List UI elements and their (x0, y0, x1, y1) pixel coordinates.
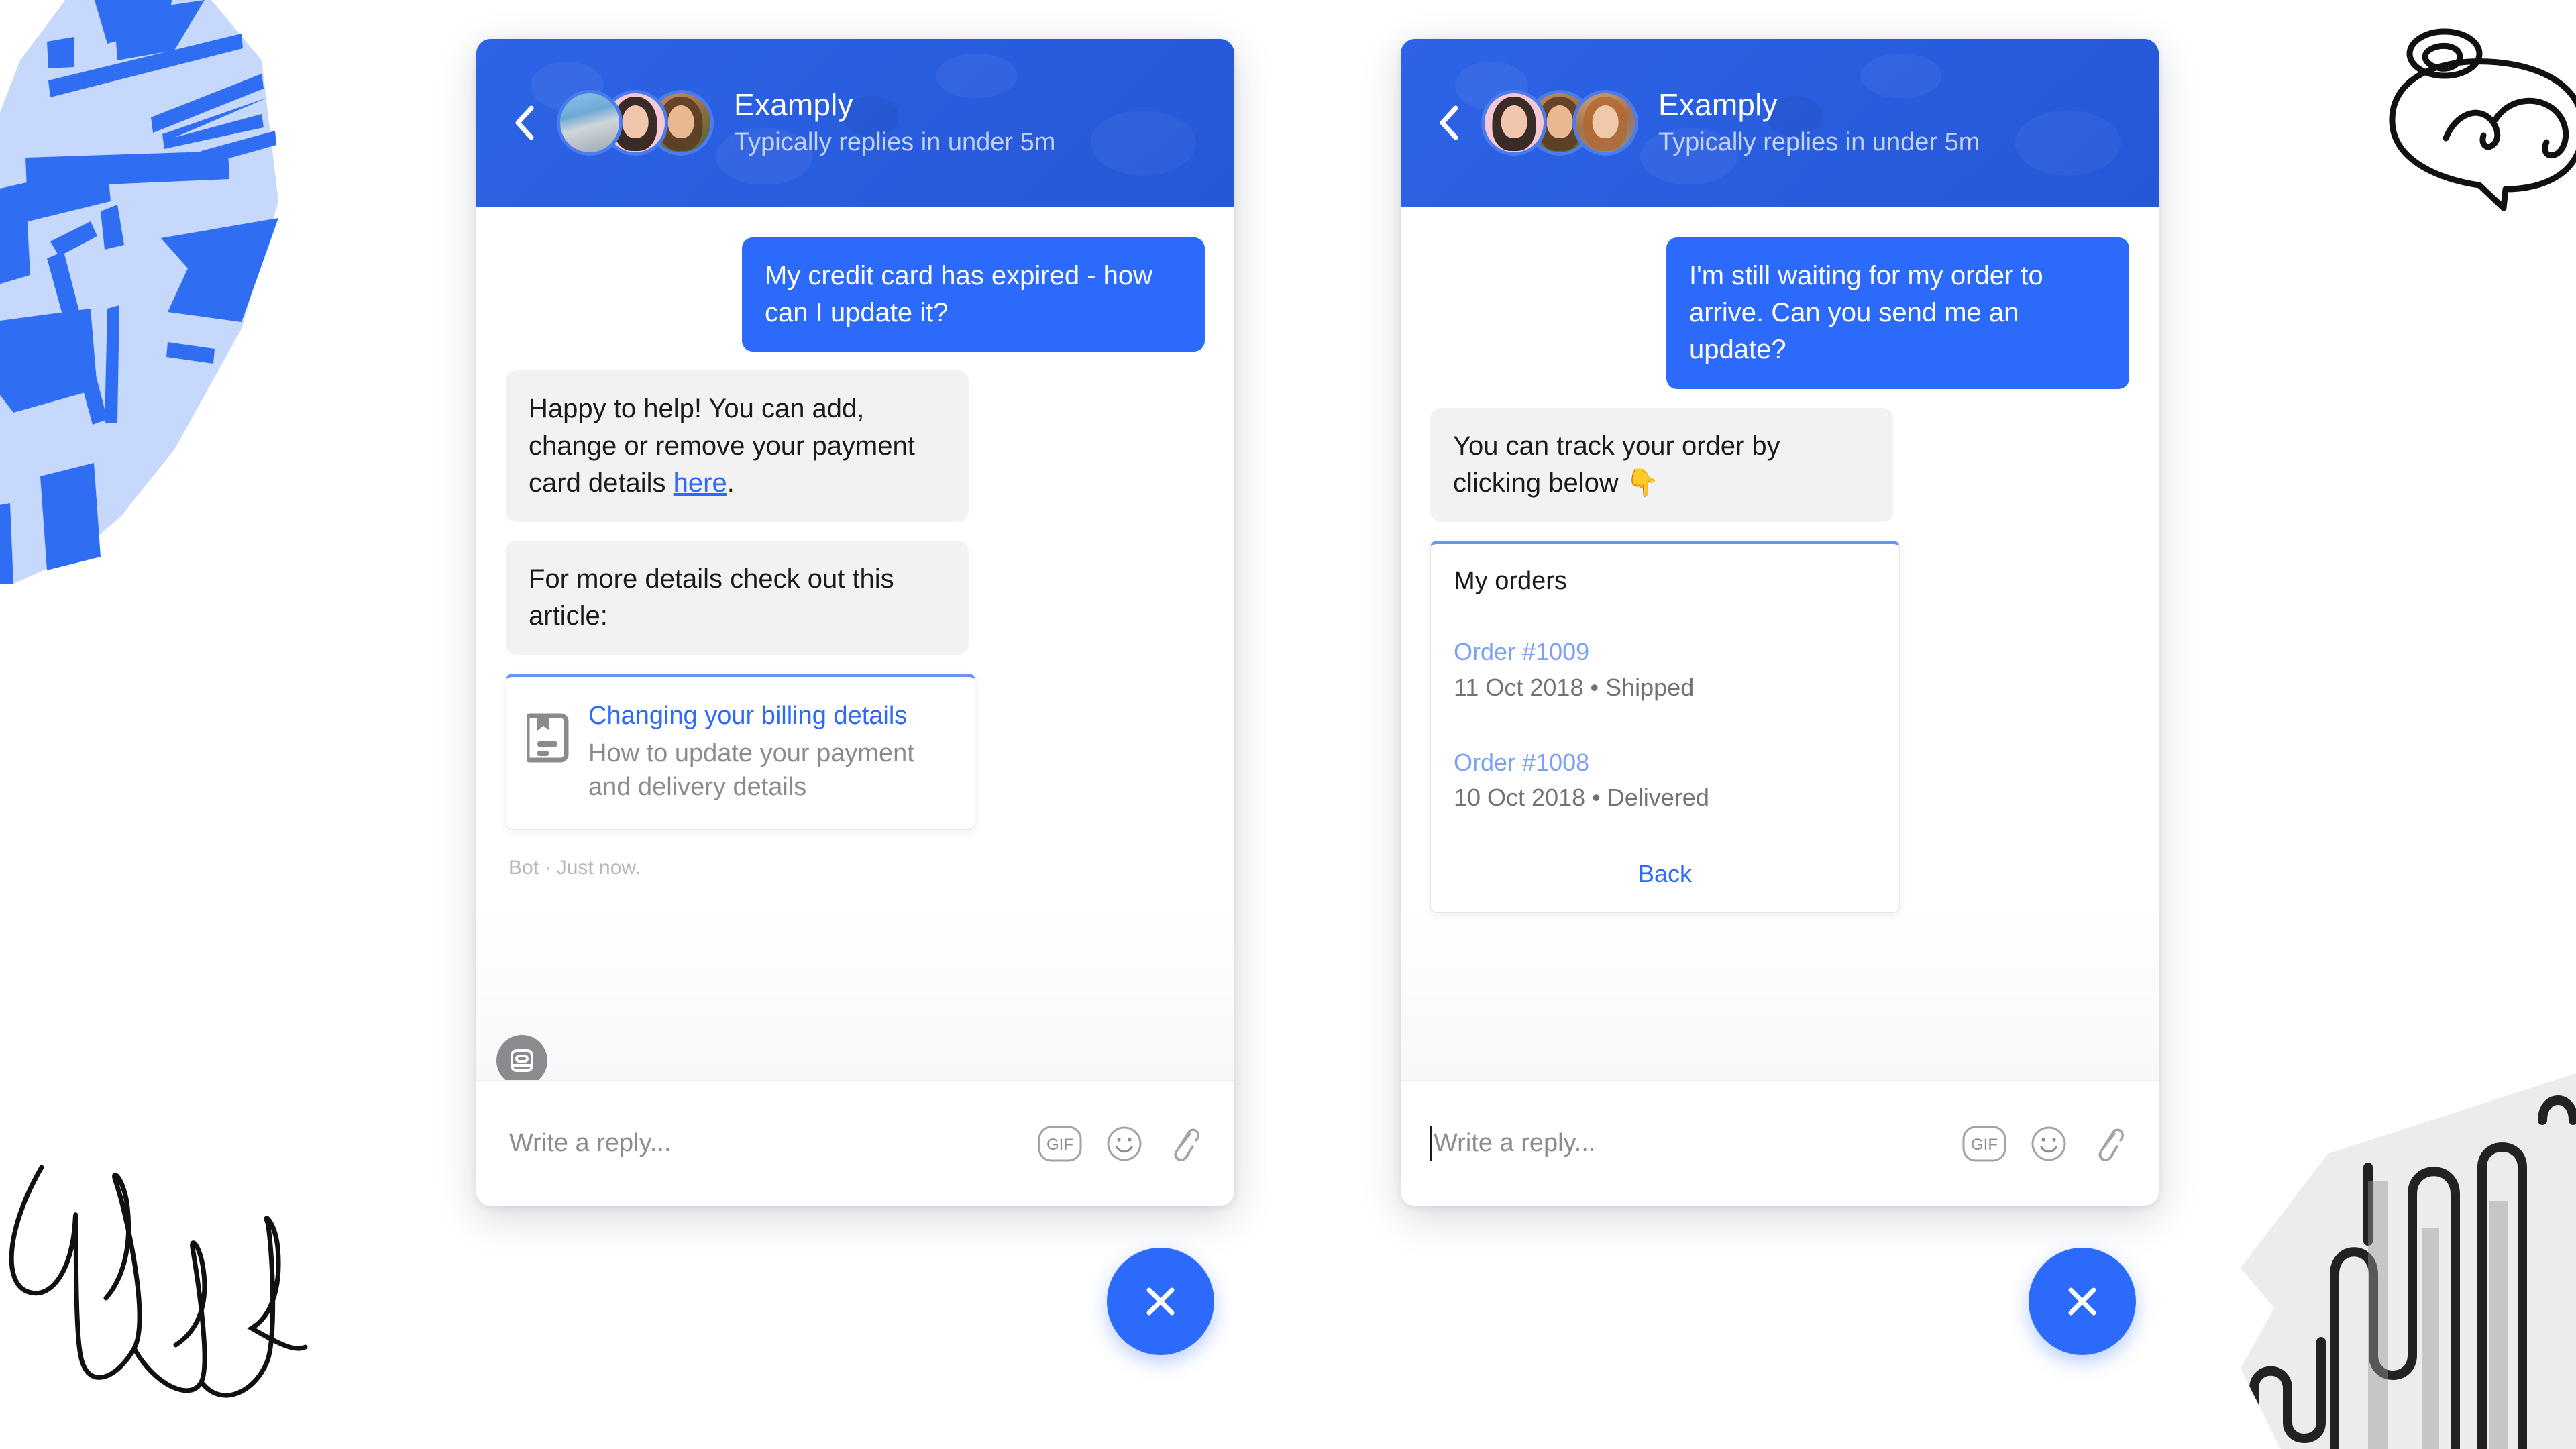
order-separator: • (1592, 784, 1601, 812)
reply-composer[interactable]: Write a reply... GIF (476, 1080, 1234, 1206)
squiggle-pattern-artwork (2241, 1073, 2576, 1449)
orders-card-heading: My orders (1431, 544, 1899, 616)
reply-placeholder: Write a reply... (509, 1129, 672, 1157)
paperclip-attachment-icon[interactable] (1166, 1124, 1199, 1163)
text-caret (1430, 1126, 1432, 1161)
message-row: Changing your billing details How to upd… (506, 674, 1205, 830)
bot-avatar (496, 1035, 547, 1080)
message-row: My credit card has expired - how can I u… (506, 237, 1205, 352)
svg-text:GIF: GIF (1046, 1136, 1073, 1154)
order-date: 11 Oct 2018 (1454, 673, 1584, 701)
article-meta: Changing your billing details How to upd… (588, 700, 952, 804)
billing-here-link[interactable]: here (674, 468, 727, 498)
bot-message-bubble: Happy to help! You can add, change or re… (506, 370, 969, 522)
messenger-panel-billing: Examply Typically replies in under 5m My… (476, 39, 1234, 1206)
close-x-icon (2068, 1287, 2096, 1316)
chevron-left-icon (1440, 105, 1458, 140)
order-status: Shipped (1605, 673, 1695, 701)
reply-composer[interactable]: Write a reply... GIF (1401, 1080, 2159, 1206)
abstract-blue-brush-artwork (0, 0, 278, 584)
avatar-group (557, 90, 714, 156)
emoji-smiley-icon[interactable] (1106, 1125, 1143, 1163)
messenger-launcher-close-button[interactable] (1107, 1248, 1214, 1355)
conversation-header: Examply Typically replies in under 5m (476, 39, 1234, 207)
svg-text:GIF: GIF (1971, 1136, 1998, 1154)
order-id: Order #1008 (1454, 748, 1590, 776)
message-row: Happy to help! You can add, change or re… (506, 370, 1205, 522)
bot-message-bubble: You can track your order by clicking bel… (1430, 407, 1893, 522)
messenger-panel-orders: Examply Typically replies in under 5m I'… (1401, 39, 2159, 1206)
message-row: For more details check out this article: (506, 540, 1205, 655)
reply-input[interactable]: Write a reply... (506, 1126, 1037, 1161)
order-list-item[interactable]: Order #1009 11 Oct 2018 • Shipped (1431, 616, 1899, 727)
reply-time-subtitle: Typically replies in under 5m (1658, 127, 1980, 156)
article-document-icon (525, 712, 571, 767)
bot-operator-icon (511, 1049, 533, 1072)
avatar-group (1481, 90, 1638, 156)
order-status: Delivered (1607, 784, 1709, 812)
emoji-smiley-icon[interactable] (2030, 1125, 2068, 1163)
message-list: I'm still waiting for my order to arrive… (1401, 207, 2159, 1080)
order-status-line: 11 Oct 2018 • Shipped (1454, 672, 1876, 704)
conversation-header: Examply Typically replies in under 5m (1401, 39, 2159, 207)
message-text-tail: . (727, 468, 735, 498)
article-description: How to update your payment and delivery … (588, 739, 914, 802)
close-x-icon (1146, 1287, 1175, 1316)
back-button[interactable] (506, 105, 542, 141)
message-meta: Bot · Just now. (508, 857, 641, 879)
article-title[interactable]: Changing your billing details (588, 700, 952, 733)
reply-input[interactable]: Write a reply... (1430, 1126, 1962, 1161)
message-row: You can track your order by clicking bel… (1430, 407, 2129, 522)
article-card[interactable]: Changing your billing details How to upd… (506, 674, 975, 830)
reply-placeholder: Write a reply... (1434, 1129, 1596, 1157)
message-row: My orders Order #1009 11 Oct 2018 • Ship… (1430, 540, 2129, 914)
orders-card: My orders Order #1009 11 Oct 2018 • Ship… (1430, 540, 1900, 914)
chevron-left-icon (515, 105, 534, 140)
paperclip-attachment-icon[interactable] (2090, 1124, 2124, 1163)
page-title: Examply (734, 87, 853, 123)
message-row: I'm still waiting for my order to arrive… (1430, 237, 2129, 389)
avatar (1481, 90, 1547, 156)
page-title: Examply (1658, 87, 1778, 123)
order-separator: • (1590, 673, 1599, 701)
message-list: My credit card has expired - how can I u… (476, 207, 1234, 1080)
user-message-bubble: I'm still waiting for my order to arrive… (1666, 237, 2129, 389)
gif-icon[interactable]: GIF (1962, 1125, 2007, 1163)
user-message-bubble: My credit card has expired - how can I u… (742, 237, 1205, 352)
avatar (557, 90, 623, 156)
speech-bubble-doodle (2389, 28, 2576, 211)
order-date: 10 Oct 2018 (1454, 784, 1586, 812)
order-status-line: 10 Oct 2018 • Delivered (1454, 782, 1876, 814)
bot-message-bubble: For more details check out this article: (506, 540, 969, 655)
composer-actions: GIF (1962, 1124, 2124, 1163)
order-id: Order #1009 (1454, 637, 1590, 665)
back-button[interactable] (1430, 105, 1466, 141)
gif-icon[interactable]: GIF (1037, 1125, 1083, 1163)
messenger-launcher-close-button[interactable] (2029, 1248, 2136, 1355)
orders-back-button[interactable]: Back (1431, 837, 1899, 912)
header-text-block: Examply Typically replies in under 5m (1658, 88, 1980, 157)
page-canvas: Examply Typically replies in under 5m My… (0, 0, 2576, 1449)
composer-actions: GIF (1037, 1124, 1199, 1163)
avatar (1572, 90, 1638, 156)
order-list-item[interactable]: Order #1008 10 Oct 2018 • Delivered (1431, 727, 1899, 838)
reply-time-subtitle: Typically replies in under 5m (734, 127, 1056, 156)
header-text-block: Examply Typically replies in under 5m (734, 88, 1055, 157)
cursive-scribble-doodle (9, 1165, 308, 1398)
